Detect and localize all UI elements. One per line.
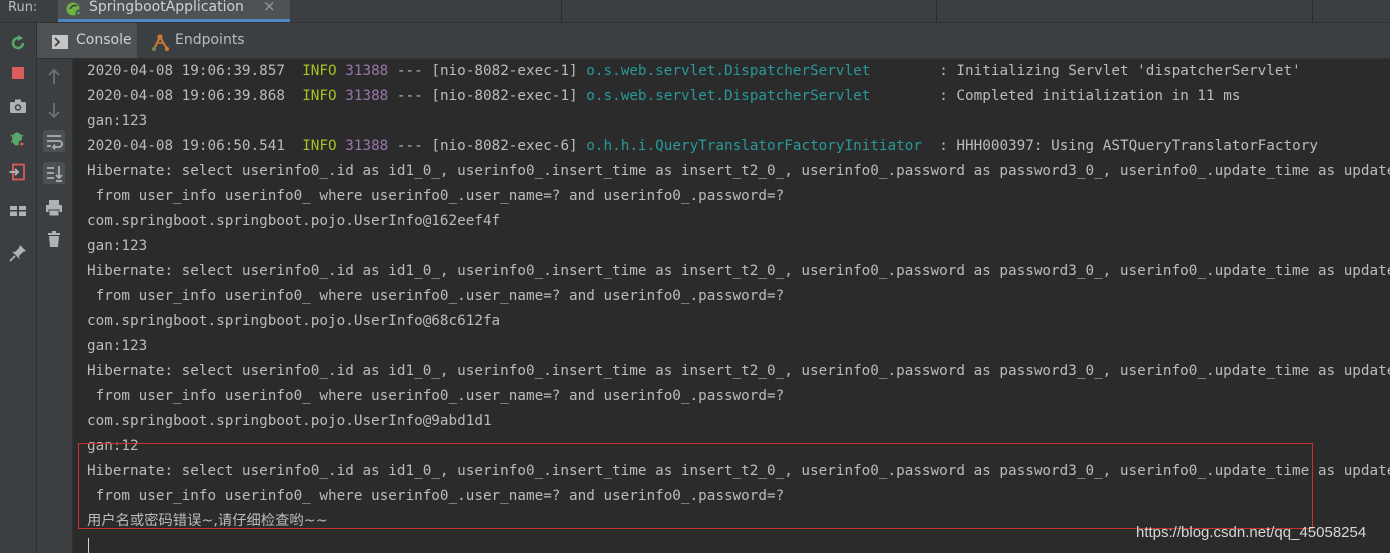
console-line: gan:123 (87, 338, 148, 354)
console-line: gan:123 (87, 113, 148, 129)
console-line: Hibernate: select userinfo0_.id as id1_0… (87, 363, 1390, 379)
console-line: 2020-04-08 19:06:39.868 INFO 31388 --- [… (87, 84, 1240, 109)
run-config-tab[interactable]: SpringbootApplication × (58, 0, 290, 22)
scroll-to-end-icon[interactable] (43, 162, 65, 184)
console-line: Hibernate: select userinfo0_.id as id1_0… (87, 463, 1390, 479)
tab-endpoints-label: Endpoints (175, 32, 245, 48)
print-icon[interactable] (43, 197, 65, 219)
log-message: : HHH000397: Using ASTQueryTranslatorFac… (921, 138, 1318, 154)
up-arrow-icon[interactable] (43, 66, 65, 88)
log-message: : Completed initialization in 11 ms (870, 88, 1241, 104)
console-side-toolbar (37, 59, 73, 553)
tab-endpoints[interactable]: Endpoints (147, 23, 257, 58)
log-timestamp: 2020-04-08 19:06:39.868 (87, 88, 285, 104)
console-line: com.springboot.springboot.pojo.UserInfo@… (87, 413, 492, 429)
layout-icon[interactable] (8, 201, 28, 221)
log-thread: --- [nio-8082-exec-1] (388, 88, 587, 104)
watermark: https://blog.csdn.net/qq_45058254 (1136, 524, 1367, 541)
console-line: gan:123 (87, 238, 148, 254)
log-timestamp: 2020-04-08 19:06:50.541 (87, 138, 285, 154)
console-line: 2020-04-08 19:06:39.857 INFO 31388 --- [… (87, 59, 1301, 84)
console-line: from user_info userinfo0_ where userinfo… (87, 288, 785, 304)
header-divider (1312, 0, 1313, 22)
console-line: from user_info userinfo0_ where userinfo… (87, 188, 785, 204)
console-line: from user_info userinfo0_ where userinfo… (87, 388, 785, 404)
log-message: : Initializing Servlet 'dispatcherServle… (870, 63, 1301, 79)
log-timestamp: 2020-04-08 19:06:39.857 (87, 63, 285, 79)
log-pid: 31388 (345, 138, 389, 154)
soft-wrap-icon[interactable] (43, 130, 65, 152)
debug-icon[interactable] (8, 129, 28, 149)
header-divider (561, 0, 562, 22)
log-thread: --- [nio-8082-exec-1] (388, 63, 587, 79)
spring-boot-icon (65, 0, 85, 22)
log-logger: o.h.h.i.QueryTranslatorFactoryInitiator (586, 138, 922, 154)
rerun-icon[interactable] (8, 33, 28, 53)
console-line: Hibernate: select userinfo0_.id as id1_0… (87, 163, 1390, 179)
console-line: 用户名或密码错误~,请仔细检查哟~~ (87, 513, 328, 529)
exit-icon[interactable] (8, 162, 28, 182)
run-toolwindow-header: Run: SpringbootApplication × (0, 0, 1390, 23)
run-config-title: SpringbootApplication (89, 0, 244, 15)
console-line: gan:12 (87, 438, 139, 454)
text-cursor (88, 538, 89, 553)
console-line: 2020-04-08 19:06:50.541 INFO 31388 --- [… (87, 134, 1318, 159)
log-logger: o.s.web.servlet.DispatcherServlet (586, 63, 871, 79)
console-tab-row: Console Endpoints (37, 23, 1390, 59)
log-level: INFO (302, 138, 337, 154)
run-label: Run: (8, 0, 38, 15)
trash-icon[interactable] (43, 228, 65, 250)
log-level: INFO (302, 88, 337, 104)
console-line: com.springboot.springboot.pojo.UserInfo@… (87, 213, 501, 229)
endpoints-icon (151, 33, 171, 55)
header-divider (936, 0, 937, 22)
log-thread: --- [nio-8082-exec-6] (388, 138, 587, 154)
pin-icon[interactable] (8, 243, 28, 263)
log-pid: 31388 (345, 63, 389, 79)
log-level: INFO (302, 63, 337, 79)
log-pid: 31388 (345, 88, 389, 104)
console-line: com.springboot.springboot.pojo.UserInfo@… (87, 313, 501, 329)
console-line: Hibernate: select userinfo0_.id as id1_0… (87, 263, 1390, 279)
stop-icon[interactable] (8, 63, 28, 83)
camera-icon[interactable] (8, 96, 28, 116)
console-output[interactable]: 2020-04-08 19:06:39.857 INFO 31388 --- [… (73, 59, 1390, 553)
tab-console[interactable]: Console (37, 23, 137, 58)
close-tab-icon[interactable]: × (263, 0, 276, 15)
run-left-toolbar (0, 23, 37, 553)
tab-console-label: Console (76, 32, 132, 48)
console-icon (52, 34, 68, 53)
log-logger: o.s.web.servlet.DispatcherServlet (586, 88, 871, 104)
console-line: from user_info userinfo0_ where userinfo… (87, 488, 785, 504)
down-arrow-icon[interactable] (43, 99, 65, 121)
